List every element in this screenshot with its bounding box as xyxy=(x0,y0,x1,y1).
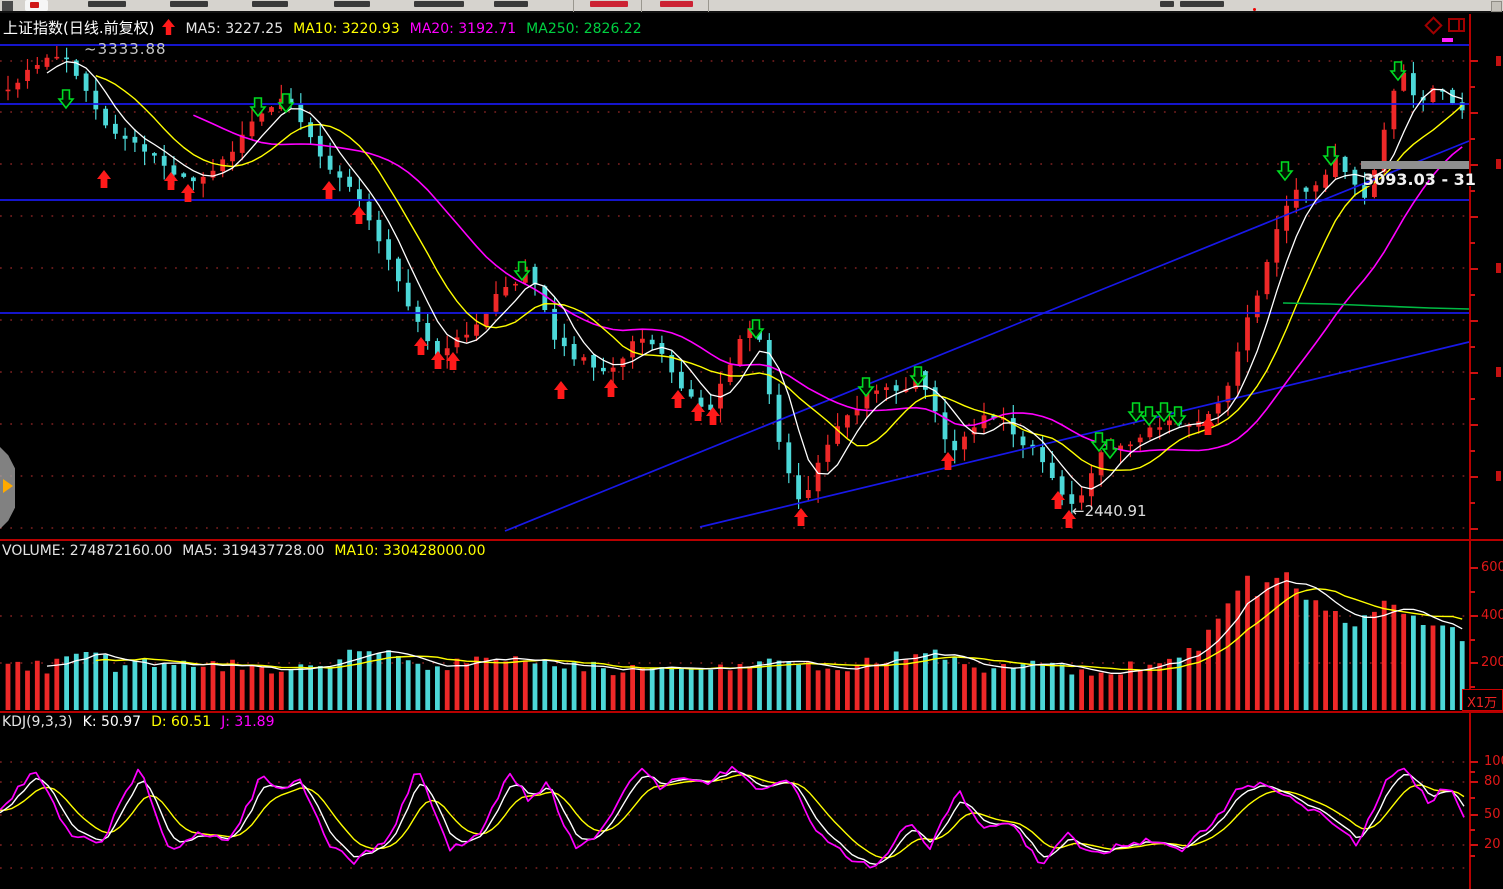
ma10-value: MA10: 3220.93 xyxy=(293,21,400,37)
menu-item-clipped[interactable] xyxy=(88,1,126,7)
trading-app-window: 上证指数(日线.前复权) MA5: 3227.25 MA10: 3220.93 MA2… xyxy=(0,0,1503,889)
up-arrow-icon xyxy=(162,19,175,39)
split-window-icon[interactable] xyxy=(1448,18,1465,32)
menu-red-button-2[interactable] xyxy=(660,1,693,7)
menu-item-clipped[interactable] xyxy=(494,1,528,7)
volume-value: VOLUME: 274872160.00 xyxy=(2,543,172,559)
volume-ma10-value: MA10: 330428000.00 xyxy=(334,543,485,559)
menu-item-clipped[interactable] xyxy=(334,1,370,7)
kdj-d-value: D: 60.51 xyxy=(151,714,211,730)
kdj-k-value: K: 50.97 xyxy=(83,714,141,730)
kdj-axis-label: 50 xyxy=(1484,807,1501,822)
menu-bar xyxy=(0,0,1503,13)
menu-red-button-1[interactable] xyxy=(590,1,628,7)
symbol-title: 上证指数(日线.前复权) xyxy=(3,19,154,37)
volume-axis-label: 600 xyxy=(1481,560,1503,575)
volume-axis-label: 200 xyxy=(1481,655,1503,670)
logo-icon xyxy=(25,0,48,11)
main-chart-header: 上证指数(日线.前复权) MA5: 3227.25 MA10: 3220.93 MA2… xyxy=(3,17,652,39)
low-price-annotation: ←2440.91 xyxy=(1072,502,1147,520)
kdj-header: KDJ(9,3,3) K: 50.97 D: 60.51 J: 31.89 xyxy=(2,714,284,730)
magenta-marker-icon xyxy=(1442,38,1453,42)
menu-right-icon[interactable] xyxy=(1160,1,1174,7)
kdj-axis-label: 20 xyxy=(1484,837,1501,852)
expand-arrow-icon[interactable] xyxy=(3,479,13,493)
volume-axis-label: 400 xyxy=(1481,608,1503,623)
menu-item-clipped[interactable] xyxy=(414,1,464,7)
menu-item-clipped[interactable] xyxy=(252,1,288,7)
chart-canvas[interactable] xyxy=(0,0,1503,889)
notification-dot xyxy=(1253,8,1256,11)
volume-header: VOLUME: 274872160.00 MA5: 319437728.00 MA1… xyxy=(2,543,495,559)
kdj-axis-label: 100 xyxy=(1484,754,1503,769)
ma250-value: MA250: 2826.22 xyxy=(526,21,641,37)
menu-item-clipped[interactable] xyxy=(170,1,208,7)
volume-unit-label: X1万 xyxy=(1462,689,1503,711)
high-price-annotation: ~3333.88 xyxy=(84,40,167,58)
crosshair-highlight-bar xyxy=(1361,161,1469,169)
crosshair-price-label: 3093.03 - 31 xyxy=(1363,170,1476,189)
chart-svg xyxy=(0,0,1503,889)
menu-overflow-button[interactable] xyxy=(1491,1,1502,12)
menu-right-label-clipped xyxy=(1180,1,1224,7)
volume-ma5-value: MA5: 319437728.00 xyxy=(182,543,324,559)
kdj-name: KDJ(9,3,3) xyxy=(2,714,73,730)
app-icon[interactable] xyxy=(2,1,13,11)
ma5-value: MA5: 3227.25 xyxy=(185,21,283,37)
kdj-j-value: J: 31.89 xyxy=(221,714,274,730)
ma20-value: MA20: 3192.71 xyxy=(410,21,517,37)
kdj-axis-label: 80 xyxy=(1484,774,1501,789)
